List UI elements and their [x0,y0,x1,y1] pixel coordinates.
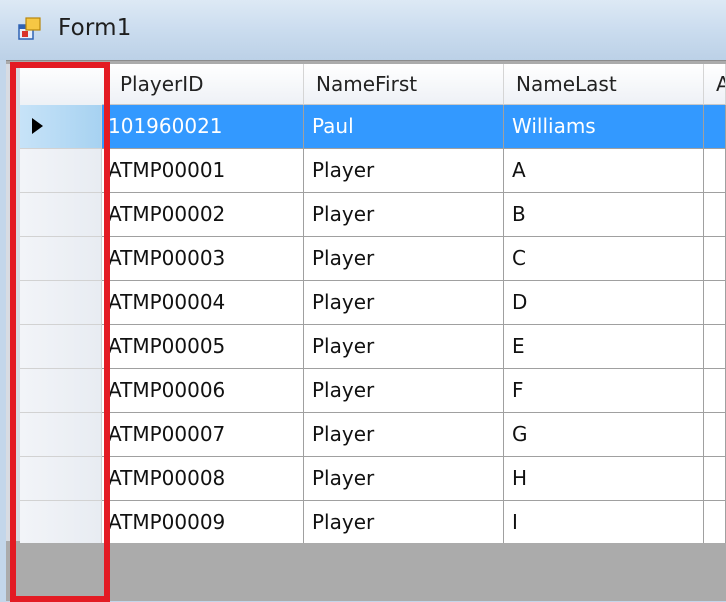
cell-partial[interactable] [704,501,726,545]
cell-partial[interactable] [704,325,726,369]
column-header-namefirst[interactable]: NameFirst [304,64,504,105]
row-header[interactable] [20,501,102,545]
cell-namefirst[interactable]: Player [304,237,504,281]
cell-namelast[interactable]: Williams [504,105,704,149]
cell-playerid[interactable]: ATMP00002 [102,193,304,237]
data-grid-view[interactable]: PlayerID NameFirst NameLast A 101960021P… [6,60,726,601]
cell-playerid[interactable]: ATMP00004 [102,281,304,325]
cell-partial[interactable] [704,457,726,501]
current-row-arrow-icon [32,118,43,134]
cell-namelast[interactable]: A [504,149,704,193]
table-row[interactable]: ATMP00007 Player G [6,413,726,457]
cell-namelast[interactable]: H [504,457,704,501]
table-row[interactable]: ATMP00006 Player F [6,369,726,413]
table-row[interactable]: 101960021 Paul Williams [6,105,726,149]
cell-namefirst[interactable]: Player [304,193,504,237]
table-row[interactable]: ATMP00004 Player D [6,281,726,325]
cell-namelast[interactable]: I [504,501,704,545]
form-window: Form1 PlayerID NameFirst NameLast A 1019… [0,0,726,602]
cell-partial[interactable] [704,193,726,237]
cell-playerid[interactable]: ATMP00007 [102,413,304,457]
window-title: Form1 [58,15,132,41]
column-header-namelast[interactable]: NameLast [504,64,704,105]
row-header[interactable] [20,105,102,149]
cell-namelast[interactable]: B [504,193,704,237]
column-header-partial[interactable]: A [704,64,726,105]
title-bar[interactable]: Form1 [0,0,726,60]
cell-playerid[interactable]: ATMP00003 [102,237,304,281]
row-header[interactable] [20,237,102,281]
table-row[interactable]: ATMP00001 Player A [6,149,726,193]
row-header[interactable] [20,193,102,237]
column-header-playerid[interactable]: PlayerID [102,64,304,105]
cell-namefirst[interactable]: Player [304,149,504,193]
row-header[interactable] [20,413,102,457]
table-row[interactable]: ATMP00003 Player C [6,237,726,281]
cell-namefirst[interactable]: Player [304,413,504,457]
windows-form-icon[interactable] [18,16,44,42]
table-row[interactable]: ATMP00008 Player H [6,457,726,501]
table-row[interactable]: ATMP00009 Player I [6,501,726,545]
row-header[interactable] [20,325,102,369]
cell-partial[interactable] [704,369,726,413]
cell-namefirst[interactable]: Player [304,281,504,325]
cell-playerid[interactable]: ATMP00001 [102,149,304,193]
cell-playerid[interactable]: ATMP00009 [102,501,304,545]
cell-playerid[interactable]: ATMP00006 [102,369,304,413]
row-header[interactable] [20,281,102,325]
grid-empty-area [6,543,726,601]
row-header[interactable] [20,369,102,413]
cell-namefirst[interactable]: Paul [304,105,504,149]
cell-playerid[interactable]: ATMP00008 [102,457,304,501]
cell-playerid[interactable]: 101960021 [102,105,304,149]
cell-namefirst[interactable]: Player [304,369,504,413]
cell-partial[interactable] [704,105,726,149]
cell-namelast[interactable]: D [504,281,704,325]
cell-namelast[interactable]: F [504,369,704,413]
column-header-row: PlayerID NameFirst NameLast A [102,64,726,105]
select-all-corner[interactable] [20,64,103,106]
table-row[interactable]: ATMP00005 Player E [6,325,726,369]
cell-partial[interactable] [704,149,726,193]
cell-partial[interactable] [704,237,726,281]
table-row[interactable]: ATMP00002 Player B [6,193,726,237]
cell-namelast[interactable]: E [504,325,704,369]
cell-namefirst[interactable]: Player [304,457,504,501]
cell-partial[interactable] [704,413,726,457]
cell-partial[interactable] [704,281,726,325]
cell-playerid[interactable]: ATMP00005 [102,325,304,369]
cell-namelast[interactable]: C [504,237,704,281]
cell-namefirst[interactable]: Player [304,501,504,545]
row-header[interactable] [20,457,102,501]
player-grid[interactable]: PlayerID NameFirst NameLast A 101960021P… [6,61,726,545]
cell-namelast[interactable]: G [504,413,704,457]
row-header[interactable] [20,149,102,193]
cell-namefirst[interactable]: Player [304,325,504,369]
